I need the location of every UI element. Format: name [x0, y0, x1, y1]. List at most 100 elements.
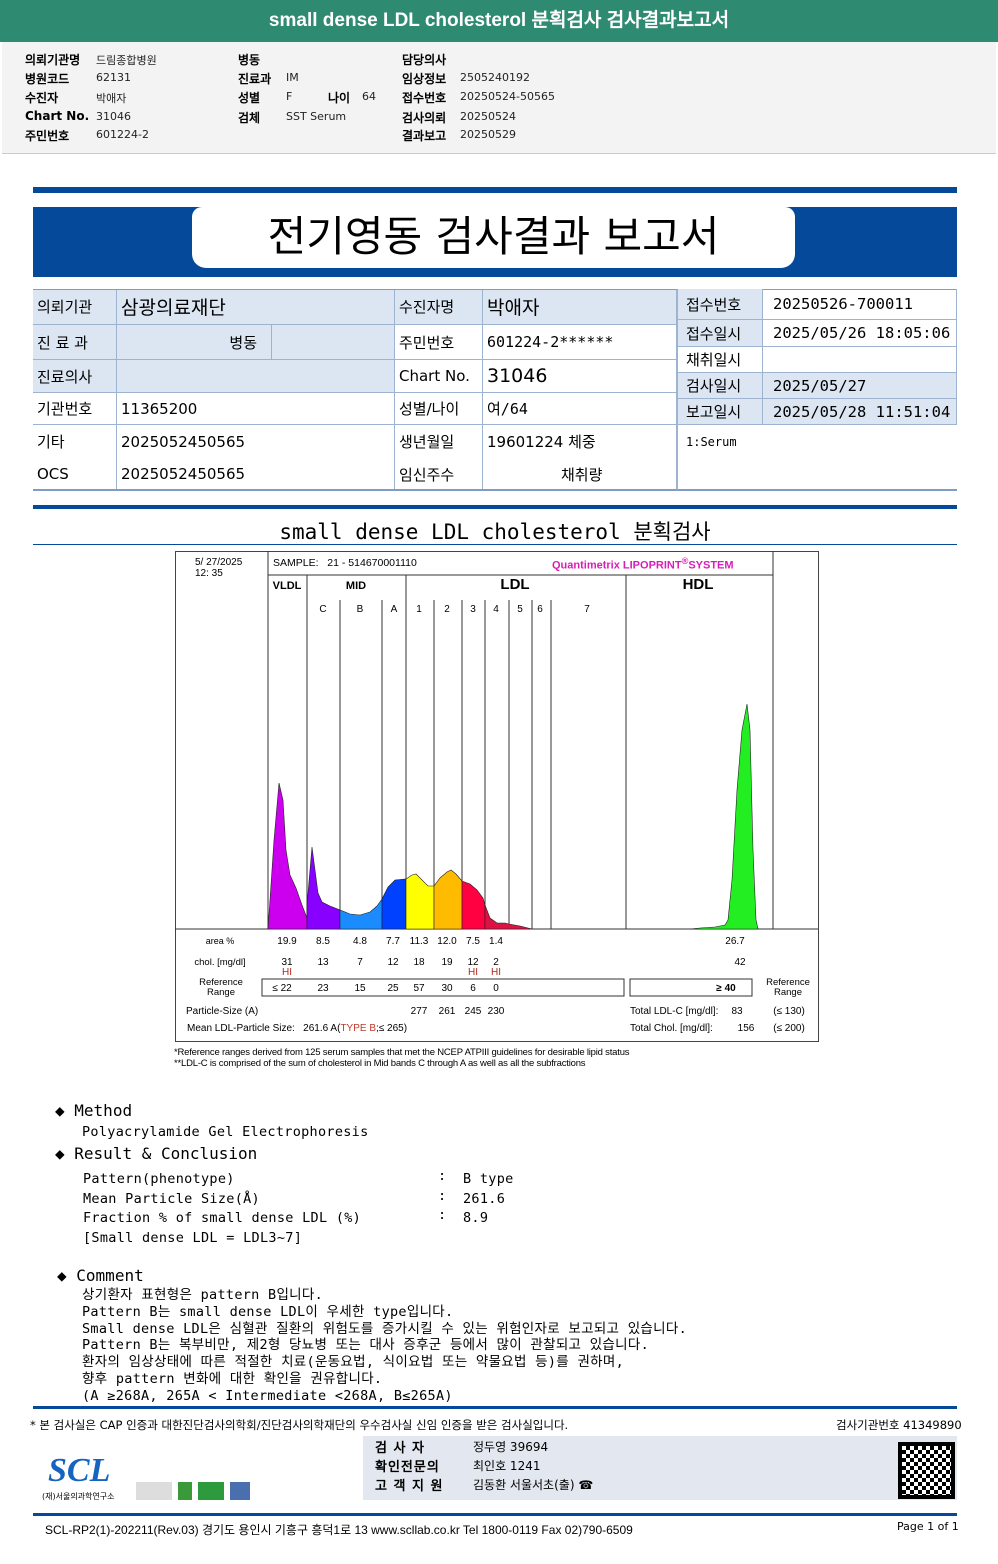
chol-value: 7 [357, 957, 363, 968]
table-value: 여/64 [483, 393, 677, 425]
footnote: **LDL-C is comprised of the sum of chole… [174, 1058, 586, 1069]
table-value [763, 347, 957, 373]
info-label: Chart No. [25, 109, 90, 123]
total-ref: (≤ 200) [773, 1023, 805, 1034]
band-label: 3 [470, 604, 476, 615]
info-label: 임상정보 [402, 72, 447, 86]
area-value: 8.5 [316, 936, 330, 947]
area-value: 4.8 [353, 936, 367, 947]
table-value: 삼광의료재단 [117, 289, 395, 325]
comment-line: Pattern B는 small dense LDL이 우세한 type입니다. [82, 1303, 454, 1320]
eqa-logo-icon [198, 1482, 224, 1500]
band-label: 4 [493, 604, 499, 615]
table-value: 601224-2****** [483, 325, 677, 360]
footnote: *Reference ranges derived from 125 serum… [174, 1047, 630, 1058]
lab-number: 검사기관번호 41349890 [836, 1418, 962, 1432]
row-label: Reference Range [766, 977, 810, 998]
hi-flag: HI [491, 967, 501, 978]
area-value: 7.7 [386, 936, 400, 947]
table-label: 기타 [33, 425, 117, 458]
staff-name: 김동환 서울서초(출) ☎ [473, 1478, 594, 1492]
table-label: 진료의사 [33, 360, 117, 393]
chol-value: 18 [413, 957, 425, 968]
comment-heading: ◆ Comment [57, 1266, 144, 1285]
cap-logo-icon [136, 1482, 172, 1500]
result-value: 8.9 [463, 1210, 489, 1226]
hdl-ref: ≥ 40 [716, 983, 736, 994]
info-label: 결과보고 [402, 129, 447, 143]
info-value: 31046 [96, 110, 131, 123]
info-label: 검체 [238, 111, 261, 125]
comment-line: (A ≥268A, 265A < Intermediate <268A, B≤2… [82, 1387, 453, 1404]
ref-value: ≤ 22 [272, 983, 292, 994]
divider [33, 1406, 957, 1409]
divider [677, 425, 678, 490]
size-value: 277 [410, 1006, 428, 1017]
diamond-icon: ◆ [55, 1101, 65, 1120]
band-label: 5 [517, 604, 523, 615]
staff-role: 검 사 자 [375, 1441, 425, 1456]
result-label: Mean Particle Size(Å) [83, 1190, 260, 1207]
info-value: 601224-2 [96, 128, 149, 141]
address-line: SCL-RP2(1)-202211(Rev.03) 경기도 용인시 기흥구 흥덕… [45, 1523, 633, 1537]
method-heading: ◆ Method [55, 1101, 132, 1120]
chart-footnotes: *Reference ranges derived from 125 serum… [174, 1047, 630, 1069]
ldl3-peak [433, 869, 463, 930]
ref-value: 57 [413, 983, 425, 994]
ldl4-peak [461, 880, 486, 930]
diamond-icon: ◆ [57, 1266, 67, 1285]
band-group-label: HDL [682, 576, 714, 593]
hi-flag: HI [282, 967, 292, 978]
staff-name: 최인호 1241 [473, 1459, 541, 1473]
info-label: 주민번호 [25, 129, 70, 143]
ref-value: 30 [441, 983, 453, 994]
specimen-value: 1:Serum [686, 435, 737, 449]
result-separator: : [438, 1168, 447, 1184]
ref-value: 6 [470, 983, 476, 994]
table-label: 성별/나이 [395, 393, 483, 425]
chol-value: 12 [387, 957, 399, 968]
result-value: 261.6 [463, 1190, 506, 1207]
band-label: 1 [416, 604, 422, 615]
band-label: B [356, 604, 364, 615]
info-label: 수진자 [25, 91, 59, 105]
table-label: 접수일시 [677, 320, 763, 347]
table-label: 기관번호 [33, 393, 117, 425]
scl-logo: SCL [48, 1452, 111, 1489]
area-value: 1.4 [489, 936, 503, 947]
logo-subtitle: (재)서울의과학연구소 [42, 1492, 115, 1501]
certification-note: * 본 검사실은 CAP 인증과 대한진단검사의학회/진단검사의학재단의 우수검… [30, 1418, 569, 1432]
band-group-label: VLDL [272, 580, 302, 592]
info-value: 62131 [96, 71, 131, 84]
lm-logo-icon [178, 1482, 192, 1500]
mean-size-row: Mean LDL-Particle Size: 261.6 A(TYPE B;≤… [187, 1023, 407, 1034]
row-label: Mean LDL-Particle Size: [187, 1023, 295, 1034]
comment-line: Pattern B는 복부비만, 제2형 당뇨병 또는 대사 증후군 등에서 많… [82, 1337, 650, 1354]
band-group-label: LDL [500, 576, 530, 593]
area-value: 7.5 [466, 936, 480, 947]
area-value: 12.0 [437, 936, 457, 947]
info-value: 드림종합병원 [96, 54, 157, 67]
table-cell [272, 325, 395, 360]
qr-code-icon[interactable] [898, 1442, 955, 1499]
info-value: 20250524-50565 [460, 90, 555, 103]
ref-value: 25 [387, 983, 399, 994]
table-label: 임신주수 [395, 458, 483, 490]
info-label: 검사의뢰 [402, 111, 447, 125]
info-label: 나이 [328, 91, 351, 105]
table-cell: 병동 [117, 325, 272, 360]
result-label: Fraction % of small dense LDL (%) [83, 1210, 362, 1226]
result-separator: : [438, 1187, 447, 1204]
result-note: [Small dense LDL = LDL3~7] [83, 1230, 303, 1246]
table-value: 2025/05/28 11:51:04 [763, 399, 957, 425]
info-label: 병동 [238, 53, 261, 67]
size-value: 261 [438, 1006, 456, 1017]
table-label: 생년월일 [395, 425, 483, 458]
electropherogram [175, 551, 818, 997]
hi-flag: HI [468, 967, 478, 978]
ref-value: 15 [354, 983, 366, 994]
result-heading: ◆ Result & Conclusion [55, 1144, 257, 1163]
chol-value: 19 [441, 957, 453, 968]
result-title: Result & Conclusion [74, 1144, 258, 1163]
size-value: 245 [464, 1006, 482, 1017]
